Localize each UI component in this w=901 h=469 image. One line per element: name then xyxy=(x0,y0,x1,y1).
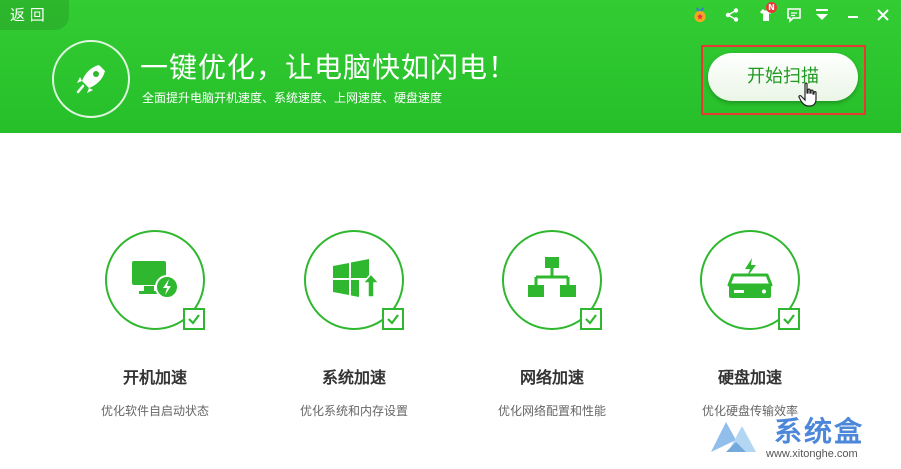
medal-icon[interactable] xyxy=(688,3,712,27)
checkbox-checked-icon[interactable] xyxy=(183,308,205,330)
page-subheadline: 全面提升电脑开机速度、系统速度、上网速度、硬盘速度 xyxy=(142,91,443,105)
monitor-bolt-icon xyxy=(132,261,179,299)
feature-disk-boost: 硬盘加速 优化硬盘传输效率 xyxy=(650,230,850,419)
feature-icon-circle xyxy=(700,230,800,330)
feature-description: 优化软件自启动状态 xyxy=(100,404,209,418)
share-icon[interactable] xyxy=(720,3,744,27)
feature-description: 优化系统和内存设置 xyxy=(299,404,408,418)
menu-dropdown-icon[interactable] xyxy=(810,3,834,27)
minimize-icon[interactable] xyxy=(841,3,865,27)
feature-icon-circle xyxy=(105,230,205,330)
page-headline: 一键优化，让电脑快如闪电！ xyxy=(140,51,518,84)
close-icon[interactable] xyxy=(871,3,895,27)
checkbox-checked-icon[interactable] xyxy=(580,308,602,330)
harddisk-bolt-icon xyxy=(727,258,773,298)
feature-startup-boost: 开机加速 优化软件自启动状态 xyxy=(55,230,255,419)
feature-title: 系统加速 xyxy=(321,368,386,387)
watermark-text: 系统盒 xyxy=(774,415,865,448)
watermark-url: www.xitonghe.com xyxy=(766,448,858,460)
title-bar-icons: N xyxy=(688,2,895,27)
back-button[interactable]: 返 回 xyxy=(0,0,69,30)
network-icon xyxy=(528,257,576,297)
feedback-icon[interactable] xyxy=(782,3,806,27)
feature-title: 硬盘加速 xyxy=(717,368,782,387)
feature-title: 开机加速 xyxy=(122,368,187,387)
rocket-logo xyxy=(52,40,130,118)
feature-network-boost: 网络加速 优化网络配置和性能 xyxy=(452,230,652,419)
windows-up-icon xyxy=(333,259,381,298)
feature-title: 网络加速 xyxy=(519,368,584,387)
site-watermark: 系统盒 www.xitonghe.com xyxy=(706,408,896,466)
checkbox-checked-icon[interactable] xyxy=(382,308,404,330)
notification-badge: N xyxy=(766,2,777,13)
watermark-logo-icon xyxy=(711,422,756,452)
start-scan-button[interactable]: 开始扫描 xyxy=(708,53,858,101)
feature-icon-circle xyxy=(304,230,404,330)
rocket-icon xyxy=(76,65,105,94)
checkbox-checked-icon[interactable] xyxy=(778,308,800,330)
hand-cursor-icon xyxy=(798,82,817,107)
feature-icon-circle xyxy=(502,230,602,330)
header-banner: 返 回 一键优化，让电脑快如闪电！ 全面提升电脑开机速度、系统速度、上网速度、硬… xyxy=(0,0,901,133)
feature-system-boost: 系统加速 优化系统和内存设置 xyxy=(254,230,454,419)
feature-description: 优化网络配置和性能 xyxy=(497,404,606,418)
shirt-skin-icon[interactable]: N xyxy=(754,2,778,27)
